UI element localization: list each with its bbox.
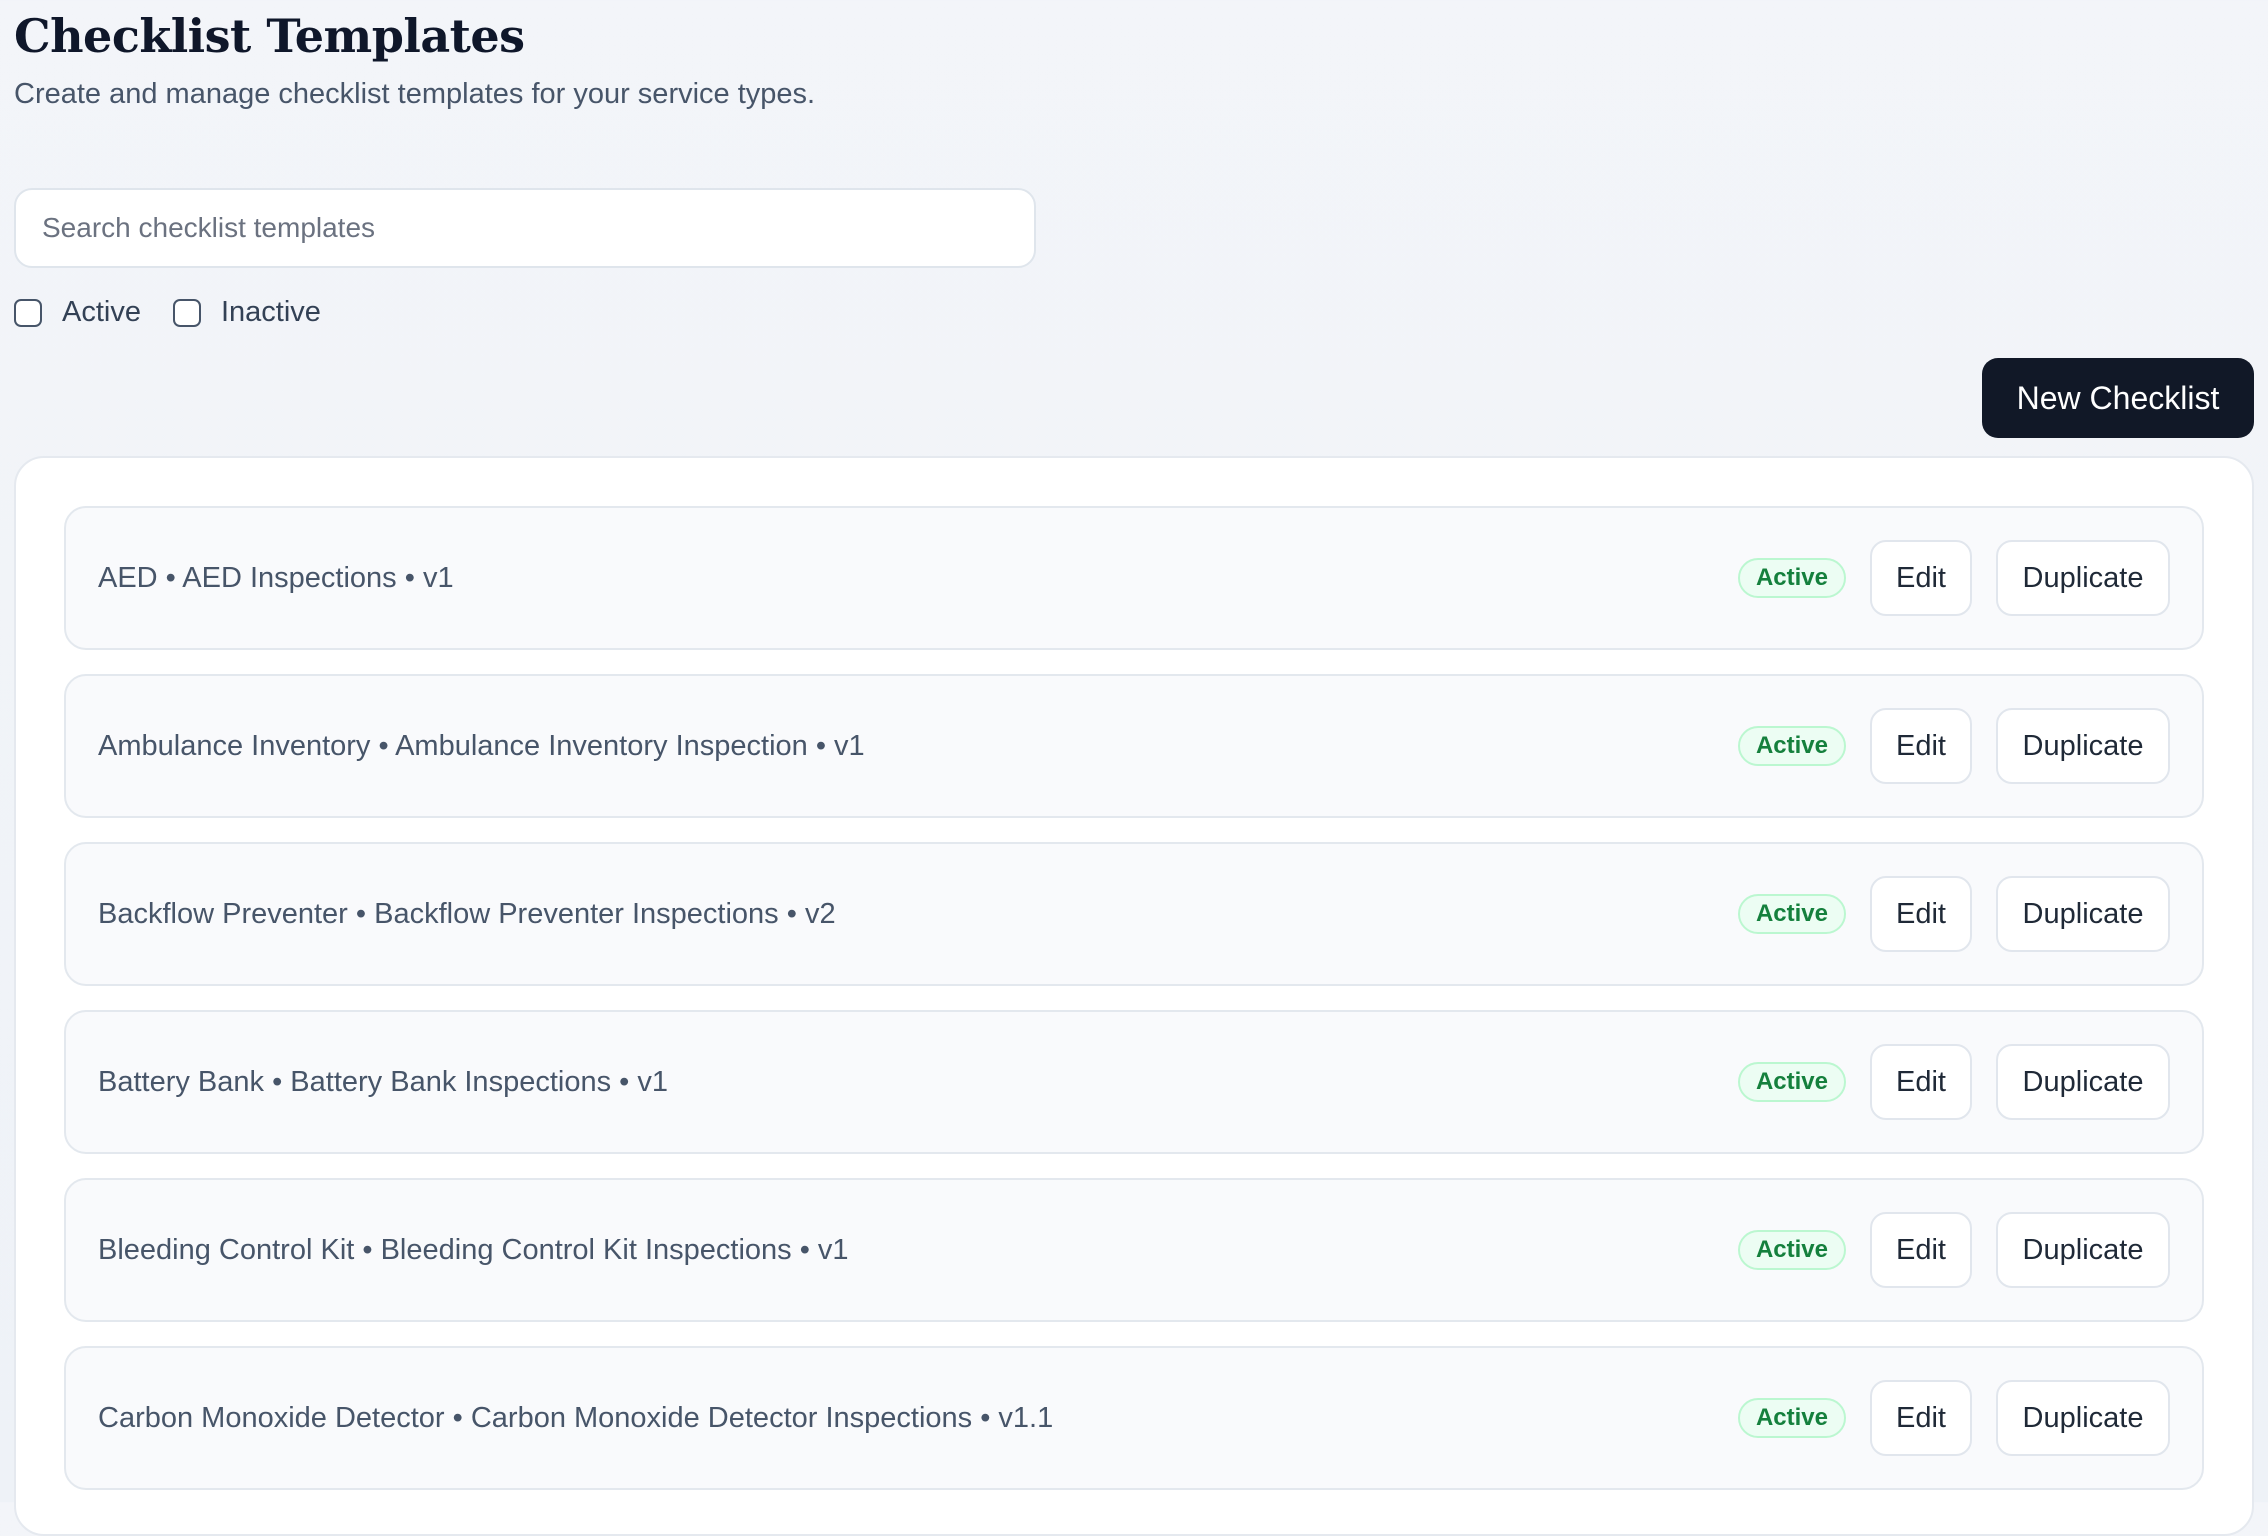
templates-list-card: AED • AED Inspections • v1 Active Edit D… [14, 456, 2254, 1536]
duplicate-button[interactable]: Duplicate [1996, 1212, 2170, 1288]
templates-list: AED • AED Inspections • v1 Active Edit D… [64, 506, 2204, 1514]
filter-inactive[interactable]: Inactive [172, 296, 321, 329]
duplicate-button[interactable]: Duplicate [1996, 708, 2170, 784]
search-box [14, 188, 1036, 268]
template-row: Backflow Preventer • Backflow Preventer … [64, 842, 2204, 986]
new-checklist-button[interactable]: New Checklist [1982, 358, 2254, 438]
status-badge: Active [1737, 1398, 1846, 1438]
edit-button[interactable]: Edit [1870, 876, 1972, 952]
template-row-text: AED • AED Inspections • v1 [98, 561, 454, 594]
inactive-filter-label: Inactive [220, 296, 321, 328]
edit-button[interactable]: Edit [1870, 1044, 1972, 1120]
status-badge: Active [1737, 1230, 1846, 1270]
edit-button[interactable]: Edit [1870, 708, 1972, 784]
inactive-checkbox[interactable] [172, 298, 201, 327]
duplicate-button[interactable]: Duplicate [1996, 1044, 2170, 1120]
template-row: Battery Bank • Battery Bank Inspections … [64, 1010, 2204, 1154]
status-badge: Active [1737, 1062, 1846, 1102]
template-row-text: Backflow Preventer • Backflow Preventer … [98, 897, 836, 930]
search-input[interactable] [16, 190, 1034, 266]
status-badge: Active [1737, 726, 1846, 766]
template-row-text: Battery Bank • Battery Bank Inspections … [98, 1065, 668, 1098]
page: Checklist Templates Create and manage ch… [14, 0, 2254, 1536]
filter-active[interactable]: Active [14, 296, 141, 329]
template-row-text: Ambulance Inventory • Ambulance Inventor… [98, 729, 865, 762]
page-title: Checklist Templates [14, 9, 525, 63]
template-row: Ambulance Inventory • Ambulance Inventor… [64, 674, 2204, 818]
edit-button[interactable]: Edit [1870, 1380, 1972, 1456]
status-badge: Active [1737, 894, 1846, 934]
edit-button[interactable]: Edit [1870, 540, 1972, 616]
page-subtitle: Create and manage checklist templates fo… [14, 78, 816, 110]
template-row: AED • AED Inspections • v1 Active Edit D… [64, 506, 2204, 650]
template-row: Carbon Monoxide Detector • Carbon Monoxi… [64, 1346, 2204, 1490]
template-row-text: Carbon Monoxide Detector • Carbon Monoxi… [98, 1401, 1054, 1434]
duplicate-button[interactable]: Duplicate [1996, 1380, 2170, 1456]
status-filters: Active Inactive [14, 296, 353, 329]
template-row-text: Bleeding Control Kit • Bleeding Control … [98, 1233, 849, 1266]
template-row: Bleeding Control Kit • Bleeding Control … [64, 1178, 2204, 1322]
edit-button[interactable]: Edit [1870, 1212, 1972, 1288]
duplicate-button[interactable]: Duplicate [1996, 540, 2170, 616]
status-badge: Active [1737, 558, 1846, 598]
duplicate-button[interactable]: Duplicate [1996, 876, 2170, 952]
active-checkbox[interactable] [14, 298, 42, 327]
active-filter-label: Active [62, 296, 141, 328]
